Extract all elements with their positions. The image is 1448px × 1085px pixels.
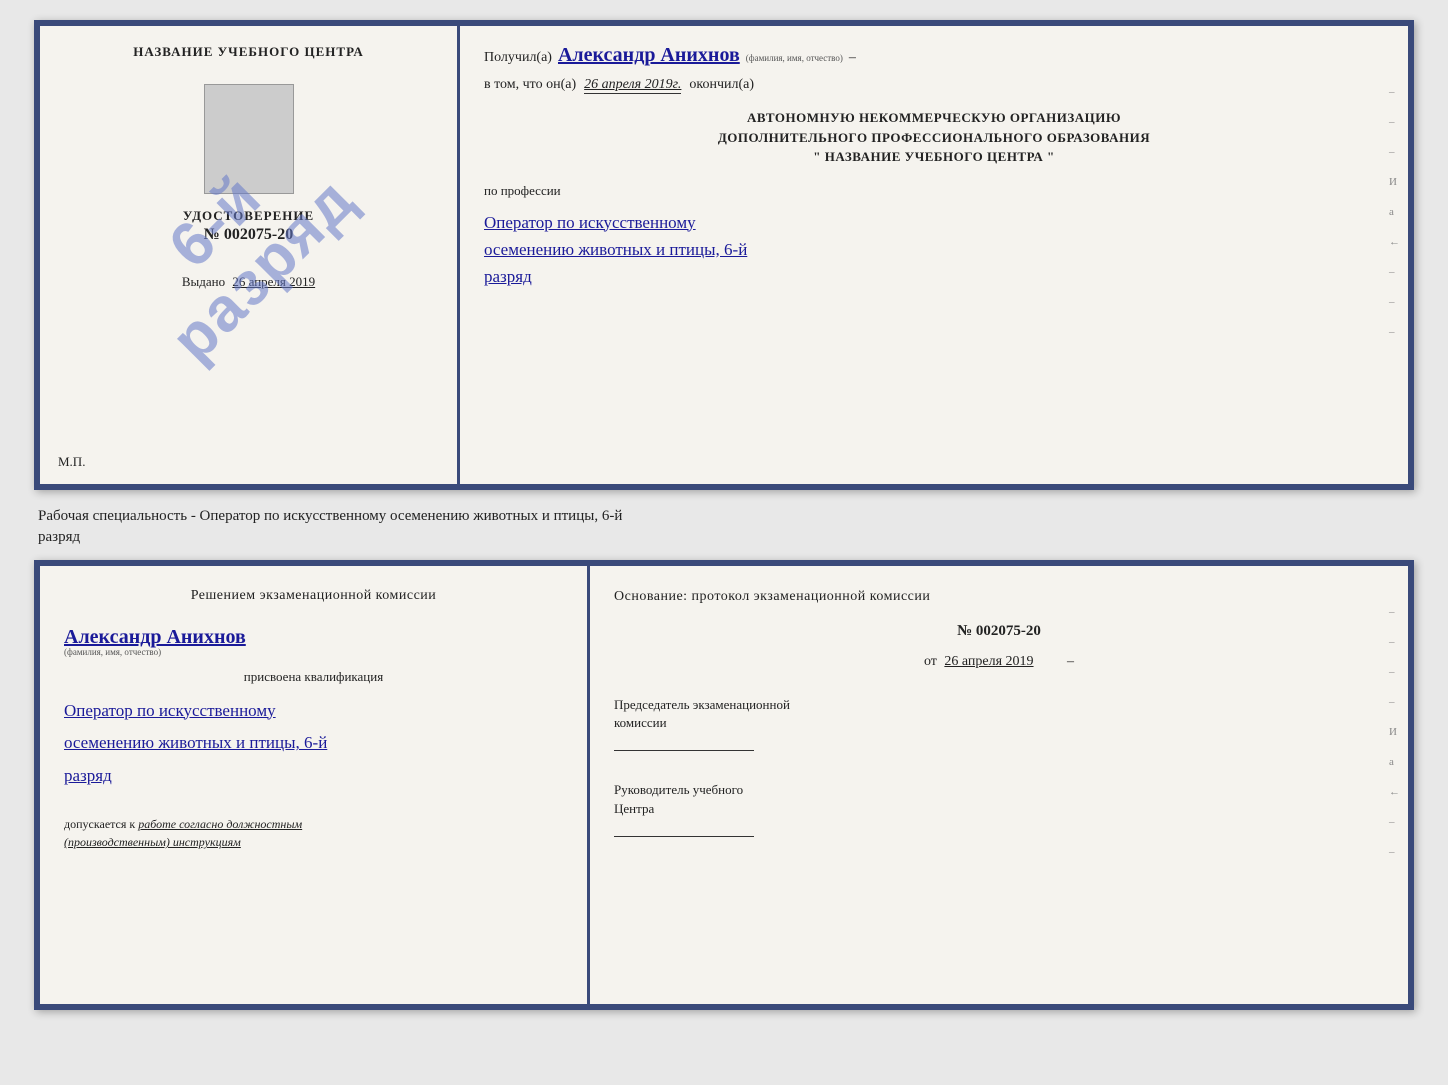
side-marks-bottom: – – – – И а ← – – bbox=[1389, 606, 1400, 858]
udostoverenie-title: УДОСТОВЕРЕНИЕ bbox=[183, 208, 314, 224]
kvali-line3: разряд bbox=[64, 762, 563, 791]
bmark4: – bbox=[1389, 696, 1400, 708]
rukovoditel-title: Руководитель учебного Центра bbox=[614, 781, 1384, 817]
top-document: НАЗВАНИЕ УЧЕБНОГО ЦЕНТРА УДОСТОВЕРЕНИЕ №… bbox=[34, 20, 1414, 490]
ot-line: от 26 апреля 2019 – bbox=[614, 654, 1384, 670]
mark6: ← bbox=[1389, 236, 1400, 248]
org-line1: АВТОНОМНУЮ НЕКОММЕРЧЕСКУЮ ОРГАНИЗАЦИЮ bbox=[484, 108, 1384, 128]
rukovoditel-sig-line bbox=[614, 836, 754, 837]
okончил-label: окончил(а) bbox=[689, 77, 754, 93]
poluchil-line: Получил(а) Александр Анихнов (фамилия, и… bbox=[484, 44, 1384, 67]
predsedatel-line2: комиссии bbox=[614, 715, 667, 730]
dopuskaetsya-block: допускается к работе согласно должностны… bbox=[64, 815, 563, 851]
predsedatel-line1: Председатель экзаменационной bbox=[614, 697, 790, 712]
prof-line2: осеменению животных и птицы, 6-й bbox=[484, 236, 1384, 263]
name-block-bottom: Александр Анихнов (фамилия, имя, отчеств… bbox=[64, 620, 563, 657]
mark5: а bbox=[1389, 206, 1400, 218]
qualification-block: Оператор по искусственному осеменению жи… bbox=[64, 693, 563, 792]
poluchil-label: Получил(а) bbox=[484, 50, 552, 66]
photo-placeholder bbox=[204, 84, 294, 194]
predsedatel-title: Председатель экзаменационной комиссии bbox=[614, 696, 1384, 732]
bmark6: а bbox=[1389, 756, 1400, 768]
between-text-block: Рабочая специальность - Оператор по иску… bbox=[34, 502, 1414, 548]
mark8: – bbox=[1389, 296, 1400, 308]
prof-line3: разряд bbox=[484, 263, 1384, 290]
left-panel-bottom: Решением экзаменационной комиссии Алекса… bbox=[40, 566, 590, 1004]
mp-label: М.П. bbox=[58, 454, 85, 470]
name-sublabel-top: (фамилия, имя, отчество) bbox=[746, 53, 843, 63]
bmark5: И bbox=[1389, 726, 1400, 738]
org-line2: ДОПОЛНИТЕЛЬНОГО ПРОФЕССИОНАЛЬНОГО ОБРАЗО… bbox=[484, 128, 1384, 148]
between-line1: Рабочая специальность - Оператор по иску… bbox=[38, 508, 622, 524]
rukovoditel-block: Руководитель учебного Центра bbox=[614, 781, 1384, 840]
prisvoyena-line: присвоена квалификация bbox=[64, 669, 563, 685]
instruktsii-text: (производственным) инструкциям bbox=[64, 835, 241, 849]
between-line2: разряд bbox=[38, 529, 80, 545]
udostoverenie-number: № 002075-20 bbox=[183, 226, 314, 244]
prof-line1: Оператор по искусственному bbox=[484, 209, 1384, 236]
dash-top: – bbox=[849, 50, 856, 66]
dopuskaetsya-label: допускается к bbox=[64, 817, 135, 831]
osnovanie-line: Основание: протокол экзаменационной коми… bbox=[614, 586, 1384, 607]
vydano-date: 26 апреля 2019 bbox=[232, 274, 315, 289]
ot-dash: – bbox=[1067, 654, 1074, 669]
proto-number: № 002075-20 bbox=[614, 623, 1384, 640]
recipient-name-top: Александр Анихнов bbox=[558, 44, 740, 67]
bmark2: – bbox=[1389, 636, 1400, 648]
school-name-top: НАЗВАНИЕ УЧЕБНОГО ЦЕНТРА bbox=[133, 44, 364, 60]
org-line3: " НАЗВАНИЕ УЧЕБНОГО ЦЕНТРА " bbox=[484, 147, 1384, 167]
ot-label: от bbox=[924, 654, 937, 669]
vtom-label: в том, что он(а) bbox=[484, 77, 576, 93]
bmark8: – bbox=[1389, 816, 1400, 828]
name-sublabel-bottom: (фамилия, имя, отчество) bbox=[64, 647, 161, 657]
org-block: АВТОНОМНУЮ НЕКОММЕРЧЕСКУЮ ОРГАНИЗАЦИЮ ДО… bbox=[484, 108, 1384, 167]
profession-block-top: Оператор по искусственному осеменению жи… bbox=[484, 209, 1384, 291]
po-professii-label: по профессии bbox=[484, 183, 1384, 199]
bottom-document: Решением экзаменационной комиссии Алекса… bbox=[34, 560, 1414, 1010]
mark4: И bbox=[1389, 176, 1400, 188]
kvali-line1: Оператор по искусственному bbox=[64, 697, 563, 726]
rukovoditel-line2: Центра bbox=[614, 801, 654, 816]
mark9: – bbox=[1389, 326, 1400, 338]
mark3: – bbox=[1389, 146, 1400, 158]
vydano-line: Выдано 26 апреля 2019 bbox=[182, 274, 315, 290]
left-panel-top: НАЗВАНИЕ УЧЕБНОГО ЦЕНТРА УДОСТОВЕРЕНИЕ №… bbox=[40, 26, 460, 484]
predsedatel-sig-line bbox=[614, 750, 754, 751]
right-panel-bottom: Основание: протокол экзаменационной коми… bbox=[590, 566, 1408, 1004]
right-panel-top: Получил(а) Александр Анихнов (фамилия, и… bbox=[460, 26, 1408, 484]
resheniem-line: Решением экзаменационной комиссии bbox=[64, 586, 563, 606]
bmark9: – bbox=[1389, 846, 1400, 858]
recipient-name-bottom: Александр Анихнов bbox=[64, 626, 246, 649]
side-marks-top: – – – И а ← – – – bbox=[1389, 86, 1400, 338]
rabota-text: работе согласно должностным bbox=[138, 817, 302, 831]
vydano-label: Выдано bbox=[182, 274, 225, 289]
bmark7: ← bbox=[1389, 786, 1400, 798]
vtom-line: в том, что он(а) 26 апреля 2019г. окончи… bbox=[484, 77, 1384, 94]
ot-date: 26 апреля 2019 bbox=[944, 654, 1033, 669]
bmark3: – bbox=[1389, 666, 1400, 678]
kvali-line2: осеменению животных и птицы, 6-й bbox=[64, 729, 563, 758]
rukovoditel-line1: Руководитель учебного bbox=[614, 782, 743, 797]
udostoverenie-block: УДОСТОВЕРЕНИЕ № 002075-20 bbox=[183, 208, 314, 244]
vtom-date: 26 апреля 2019г. bbox=[584, 77, 681, 94]
bmark1: – bbox=[1389, 606, 1400, 618]
mark2: – bbox=[1389, 116, 1400, 128]
mark7: – bbox=[1389, 266, 1400, 278]
predsedatel-block: Председатель экзаменационной комиссии bbox=[614, 696, 1384, 755]
mark1: – bbox=[1389, 86, 1400, 98]
stamp-line2: разряд bbox=[159, 165, 369, 375]
